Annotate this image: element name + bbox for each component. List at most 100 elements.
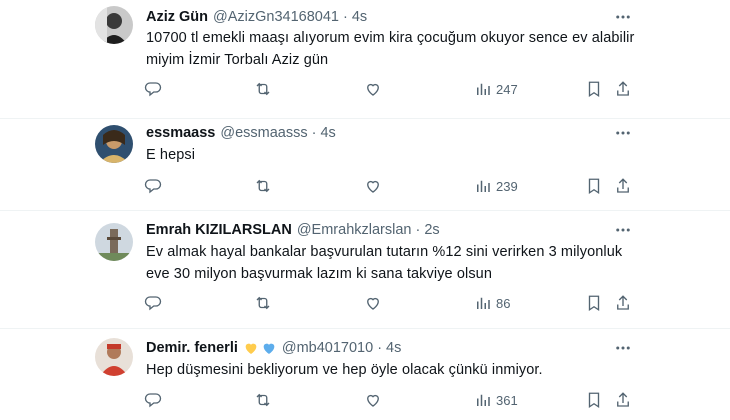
more-options-button[interactable] [613, 220, 633, 240]
separator-dot: · [377, 340, 383, 356]
tweet-actions: 86 [0, 293, 730, 313]
reply-button[interactable] [144, 293, 162, 313]
tweet-actions: 247 [0, 79, 730, 99]
avatar[interactable] [95, 223, 133, 261]
author-handle[interactable]: @AzizGn34168041 [213, 7, 339, 27]
more-options-button[interactable] [613, 123, 633, 143]
more-options-button[interactable] [613, 338, 633, 358]
author-name[interactable]: Aziz Gün [146, 7, 208, 27]
reply-icon [144, 82, 162, 97]
views-icon [477, 180, 490, 192]
share-icon [617, 81, 629, 96]
like-button[interactable] [364, 390, 382, 410]
separator-dot: · [311, 125, 317, 141]
bookmark-button[interactable] [585, 293, 603, 313]
share-button[interactable] [614, 390, 632, 410]
like-button[interactable] [364, 176, 382, 196]
avatar[interactable] [95, 338, 133, 376]
views-button[interactable]: 247 [474, 79, 518, 99]
avatar[interactable] [95, 6, 133, 44]
share-icon [617, 178, 629, 193]
retweet-icon [256, 82, 270, 96]
like-icon [367, 394, 379, 407]
share-button[interactable] [614, 293, 632, 313]
views-button[interactable]: 239 [474, 176, 518, 196]
bookmark-button[interactable] [585, 176, 603, 196]
more-options-icon [616, 131, 630, 135]
bookmark-button[interactable] [585, 390, 603, 410]
more-options-button[interactable] [613, 7, 633, 27]
retweet-icon [256, 296, 270, 310]
views-count: 361 [496, 392, 518, 408]
bookmark-button[interactable] [585, 79, 603, 99]
share-button[interactable] [614, 79, 632, 99]
reply-button[interactable] [144, 79, 162, 99]
reply-button[interactable] [144, 176, 162, 196]
views-icon [477, 394, 490, 406]
tweet-actions: 239 [0, 176, 730, 196]
views-button[interactable]: 361 [474, 390, 518, 410]
bookmark-icon [588, 81, 600, 98]
more-options-icon [616, 346, 630, 350]
like-icon [367, 83, 379, 96]
bookmark-icon [588, 178, 600, 195]
author-name[interactable]: Emrah KIZILARSLAN [146, 220, 292, 240]
views-icon [477, 83, 490, 95]
share-button[interactable] [614, 176, 632, 196]
timestamp[interactable]: 4s [386, 338, 401, 358]
name-emoji [243, 340, 277, 356]
tweet-header: Demir. fenerli @mb4017010 · 4s [146, 338, 401, 358]
tweet-text: Ev almak hayal bankalar başvurulan tutar… [146, 244, 623, 282]
reply-icon [144, 179, 162, 194]
reply-icon [144, 393, 162, 408]
timestamp[interactable]: 4s [320, 123, 335, 143]
tweet-header: Aziz Gün @AzizGn34168041 · 4s [146, 7, 367, 27]
tweet[interactable]: Emrah KIZILARSLAN @Emrahkzlarslan · 2s E… [0, 210, 730, 329]
avatar-photo-icon [95, 223, 133, 261]
yellow-heart-icon [245, 343, 257, 354]
tweet-header: essmaass @essmaasss · 4s [146, 123, 336, 143]
author-name[interactable]: Demir. fenerli [146, 338, 238, 358]
tweet-text: E hepsi [146, 147, 196, 163]
retweet-icon [256, 179, 270, 193]
like-icon [367, 297, 379, 310]
like-icon [367, 180, 379, 193]
tweet-header: Emrah KIZILARSLAN @Emrahkzlarslan · 2s [146, 220, 440, 240]
views-count: 86 [496, 295, 511, 311]
author-handle[interactable]: @essmaasss [220, 123, 307, 143]
views-icon [477, 297, 490, 309]
tweet-actions: 361 [0, 390, 730, 410]
reply-button[interactable] [144, 390, 162, 410]
like-button[interactable] [364, 79, 382, 99]
like-button[interactable] [364, 293, 382, 313]
views-button[interactable]: 86 [474, 293, 510, 313]
tweet-text: 10700 tl emekli maaşı alıyorum evim kira… [146, 30, 635, 68]
bookmark-icon [588, 295, 600, 312]
retweet-button[interactable] [254, 176, 272, 196]
share-icon [617, 392, 629, 407]
more-options-icon [616, 228, 630, 232]
separator-dot: · [343, 9, 348, 25]
author-handle[interactable]: @Emrahkzlarslan [297, 220, 412, 240]
tweet[interactable]: Demir. fenerli @mb4017010 · 4s Hep düşme… [0, 328, 730, 420]
avatar-photo-icon [95, 338, 133, 376]
tweet[interactable]: essmaass @essmaasss · 4s E hepsi 239 [0, 118, 730, 211]
retweet-button[interactable] [254, 390, 272, 410]
views-count: 239 [496, 178, 518, 194]
retweet-icon [256, 393, 270, 407]
avatar[interactable] [95, 125, 133, 163]
views-count: 247 [496, 81, 518, 97]
author-name[interactable]: essmaass [146, 123, 215, 143]
timestamp[interactable]: 4s [352, 7, 367, 27]
avatar-photo-icon [95, 125, 133, 163]
tweet[interactable]: Aziz Gün @AzizGn34168041 · 4s 10700 tl e… [0, 0, 730, 119]
retweet-button[interactable] [254, 79, 272, 99]
author-handle[interactable]: @mb4017010 [282, 338, 373, 358]
timeline-feed: Aziz Gün @AzizGn34168041 · 4s 10700 tl e… [0, 0, 730, 420]
bookmark-icon [588, 392, 600, 409]
tweet-text: Hep düşmesini bekliyorum ve hep öyle ola… [146, 362, 543, 378]
retweet-button[interactable] [254, 293, 272, 313]
timestamp[interactable]: 2s [424, 220, 439, 240]
share-icon [617, 295, 629, 310]
separator-dot: · [415, 222, 421, 238]
